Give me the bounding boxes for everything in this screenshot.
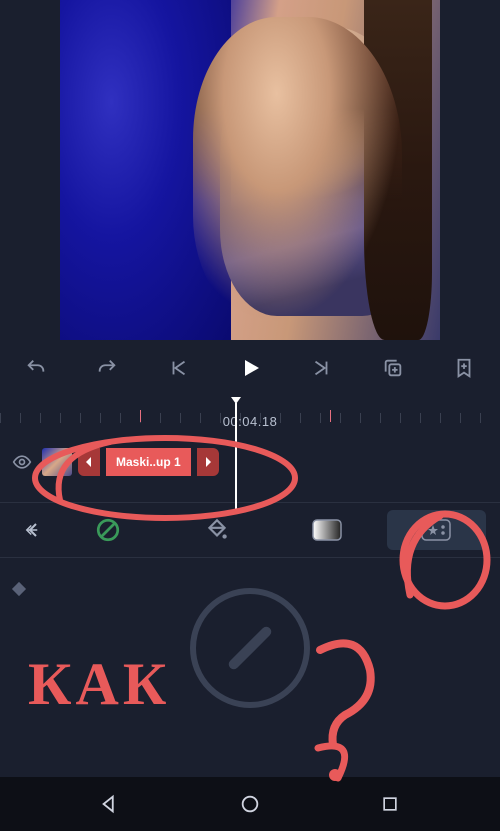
preview-figure-hair bbox=[364, 0, 432, 340]
visibility-toggle[interactable] bbox=[8, 448, 36, 476]
duplicate-button[interactable] bbox=[375, 350, 411, 386]
preview-figure bbox=[220, 27, 410, 316]
redo-button[interactable] bbox=[89, 350, 125, 386]
annotation-text: КАК bbox=[28, 650, 170, 719]
playhead[interactable] bbox=[235, 403, 237, 513]
system-navbar bbox=[0, 777, 500, 831]
timeline-ruler[interactable]: 00:04.18 bbox=[0, 396, 500, 440]
timecode-label: 00:04.18 bbox=[223, 414, 278, 429]
tab-fill[interactable] bbox=[168, 510, 268, 550]
edit-tabs bbox=[0, 502, 500, 558]
clip-prev-button[interactable] bbox=[78, 448, 100, 476]
tab-effects[interactable] bbox=[387, 510, 487, 550]
nav-back-button[interactable] bbox=[80, 786, 140, 822]
track-row: Maski..up 1 bbox=[0, 440, 500, 484]
skip-end-button[interactable] bbox=[303, 350, 339, 386]
preview-canvas[interactable] bbox=[60, 0, 440, 340]
keyframe-marker[interactable] bbox=[12, 582, 26, 596]
no-effect-icon bbox=[190, 588, 310, 708]
nav-home-button[interactable] bbox=[220, 786, 280, 822]
bookmark-add-button[interactable] bbox=[446, 350, 482, 386]
tab-none[interactable] bbox=[58, 510, 158, 550]
undo-button[interactable] bbox=[18, 350, 54, 386]
play-button[interactable] bbox=[232, 350, 268, 386]
tab-mask[interactable] bbox=[277, 510, 377, 550]
skip-start-button[interactable] bbox=[161, 350, 197, 386]
track-thumbnail[interactable] bbox=[42, 448, 72, 476]
selected-clip[interactable]: Maski..up 1 bbox=[106, 448, 191, 476]
nav-recent-button[interactable] bbox=[360, 786, 420, 822]
back-button[interactable] bbox=[14, 513, 48, 547]
clip-next-button[interactable] bbox=[197, 448, 219, 476]
main-toolbar bbox=[0, 340, 500, 396]
